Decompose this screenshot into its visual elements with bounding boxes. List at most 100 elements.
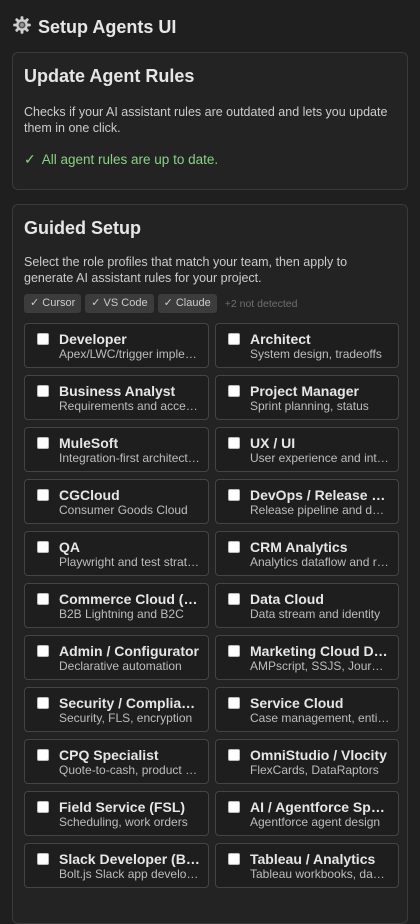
- role-checkbox[interactable]: [228, 645, 240, 657]
- role-text: Business AnalystRequirements and accepta…: [59, 383, 200, 414]
- role-option[interactable]: OmniStudio / Vlocity FlexCards, DataRapto…: [215, 739, 399, 784]
- role-name: Tableau / Analytics: [250, 851, 376, 867]
- role-text: DeveloperApex/LWC/trigger implementation: [59, 331, 200, 362]
- role-option[interactable]: Admin / Configurator Declarative automati…: [24, 635, 209, 680]
- role-checkbox[interactable]: [37, 489, 49, 501]
- role-checkbox[interactable]: [37, 385, 49, 397]
- role-text: CGCloud Consumer Goods Cloud: [59, 487, 200, 518]
- role-description: Consumer Goods Cloud: [59, 503, 188, 517]
- role-checkbox[interactable]: [37, 749, 49, 761]
- update-card-title: Update Agent Rules: [24, 66, 195, 86]
- role-name: Slack Developer (Bolt): [59, 851, 200, 867]
- role-option[interactable]: Service CloudCase management, entitlemen…: [215, 687, 399, 732]
- role-option[interactable]: DevOps / Release ManagerRelease pipeline…: [215, 479, 399, 524]
- role-text: UX / UIUser experience and interface: [250, 435, 390, 466]
- role-text: Architect System design, tradeoffs: [250, 331, 390, 362]
- role-name: Service Cloud: [250, 695, 344, 711]
- role-name: CRM Analytics: [250, 539, 348, 555]
- update-card-description: Checks if your AI assistant rules are ou…: [24, 105, 388, 135]
- badge-vscode: ✓ VS Code: [85, 294, 154, 313]
- role-description: AMPscript, SSJS, Journeys: [250, 659, 390, 673]
- role-description: Release pipeline and deployment: [250, 503, 390, 517]
- role-option[interactable]: UX / UIUser experience and interface: [215, 427, 399, 472]
- role-text: OmniStudio / Vlocity FlexCards, DataRapto…: [250, 747, 390, 778]
- role-name: Admin / Configurator: [59, 643, 199, 659]
- app-header: Setup Agents UI: [0, 0, 420, 40]
- not-detected-count: +2 not detected: [224, 297, 298, 310]
- role-description: Requirements and acceptance: [59, 399, 200, 413]
- role-checkbox[interactable]: [228, 801, 240, 813]
- role-option[interactable]: QA Playwright and test strategy: [24, 531, 209, 576]
- role-name: Security / Compliance: [59, 695, 200, 711]
- role-text: Project Manager Sprint planning, status: [250, 383, 390, 414]
- role-text: AI / Agentforce SpecialistAgentforce age…: [250, 799, 390, 830]
- role-option[interactable]: AI / Agentforce SpecialistAgentforce age…: [215, 791, 399, 836]
- role-description: System design, tradeoffs: [250, 347, 382, 361]
- up-to-date-status: ✓ All agent rules are up to date.: [24, 151, 396, 168]
- role-option[interactable]: Project Manager Sprint planning, status: [215, 375, 399, 420]
- guided-card-title: Guided Setup: [24, 218, 141, 238]
- role-checkbox[interactable]: [228, 489, 240, 501]
- role-name: Data Cloud: [250, 591, 324, 607]
- role-name: QA: [59, 539, 80, 555]
- role-option[interactable]: Data Cloud Data stream and identity: [215, 583, 399, 628]
- role-text: Admin / Configurator Declarative automati…: [59, 643, 200, 674]
- role-text: Commerce Cloud (B2B)B2B Lightning and B2…: [59, 591, 200, 622]
- guided-setup-card: Guided Setup Select the role profiles th…: [12, 204, 408, 924]
- role-option[interactable]: Security / Compliance Security, FLS, encr…: [24, 687, 209, 732]
- role-checkbox[interactable]: [228, 697, 240, 709]
- role-text: MuleSoft Integration-first architecture: [59, 435, 200, 466]
- role-option[interactable]: MuleSoft Integration-first architecture: [24, 427, 209, 472]
- role-option[interactable]: Field Service (FSL) Scheduling, work orde…: [24, 791, 209, 836]
- role-checkbox[interactable]: [37, 853, 49, 865]
- role-option[interactable]: CPQ Specialist Quote-to-cash, product rul…: [24, 739, 209, 784]
- role-text: Tableau / Analytics Tableau workbooks, da…: [250, 851, 390, 882]
- role-text: Security / Compliance Security, FLS, encr…: [59, 695, 200, 726]
- role-name: Developer: [59, 331, 127, 347]
- role-description: Declarative automation: [59, 659, 182, 673]
- role-option[interactable]: CGCloud Consumer Goods Cloud: [24, 479, 209, 524]
- update-agent-rules-card: Update Agent Rules Checks if your AI ass…: [12, 52, 408, 190]
- role-checkbox[interactable]: [37, 437, 49, 449]
- role-checkbox[interactable]: [228, 593, 240, 605]
- role-checkbox[interactable]: [228, 333, 240, 345]
- role-text: QA Playwright and test strategy: [59, 539, 200, 570]
- role-text: CPQ Specialist Quote-to-cash, product rul…: [59, 747, 200, 778]
- role-name: Field Service (FSL): [59, 799, 186, 815]
- role-option[interactable]: Marketing Cloud DeveloperAMPscript, SSJS…: [215, 635, 399, 680]
- role-name: OmniStudio / Vlocity: [250, 747, 387, 763]
- role-name: Project Manager: [250, 383, 359, 399]
- role-description: Scheduling, work orders: [59, 815, 188, 829]
- role-option[interactable]: Architect System design, tradeoffs: [215, 323, 399, 368]
- role-option[interactable]: Commerce Cloud (B2B)B2B Lightning and B2…: [24, 583, 209, 628]
- role-description: Integration-first architecture: [59, 451, 200, 465]
- role-checkbox[interactable]: [228, 437, 240, 449]
- role-description: Apex/LWC/trigger implementation: [59, 347, 200, 361]
- check-icon: ✓: [24, 151, 36, 167]
- role-text: CRM AnalyticsAnalytics dataflow and reci…: [250, 539, 390, 570]
- guided-card-description: Select the role profiles that match your…: [24, 255, 348, 285]
- role-description: Data stream and identity: [250, 607, 381, 621]
- role-option[interactable]: DeveloperApex/LWC/trigger implementation: [24, 323, 209, 368]
- role-option[interactable]: Slack Developer (Bolt) Bolt.js Slack app …: [24, 843, 209, 888]
- role-checkbox[interactable]: [37, 593, 49, 605]
- role-checkbox[interactable]: [37, 801, 49, 813]
- gear-icon: [12, 15, 32, 40]
- role-checkbox[interactable]: [228, 853, 240, 865]
- role-name: CPQ Specialist: [59, 747, 159, 763]
- role-description: B2B Lightning and B2C: [59, 607, 184, 621]
- role-option[interactable]: Business AnalystRequirements and accepta…: [24, 375, 209, 420]
- role-checkbox[interactable]: [228, 749, 240, 761]
- role-option[interactable]: CRM AnalyticsAnalytics dataflow and reci…: [215, 531, 399, 576]
- role-checkbox[interactable]: [37, 333, 49, 345]
- role-description: FlexCards, DataRaptors: [250, 763, 379, 777]
- app-title: Setup Agents UI: [38, 16, 177, 37]
- role-text: Slack Developer (Bolt) Bolt.js Slack app …: [59, 851, 200, 882]
- role-option[interactable]: Tableau / Analytics Tableau workbooks, da…: [215, 843, 399, 888]
- role-checkbox[interactable]: [228, 385, 240, 397]
- role-checkbox[interactable]: [37, 645, 49, 657]
- role-name: UX / UI: [250, 435, 296, 451]
- role-checkbox[interactable]: [228, 541, 240, 553]
- role-checkbox[interactable]: [37, 697, 49, 709]
- role-checkbox[interactable]: [37, 541, 49, 553]
